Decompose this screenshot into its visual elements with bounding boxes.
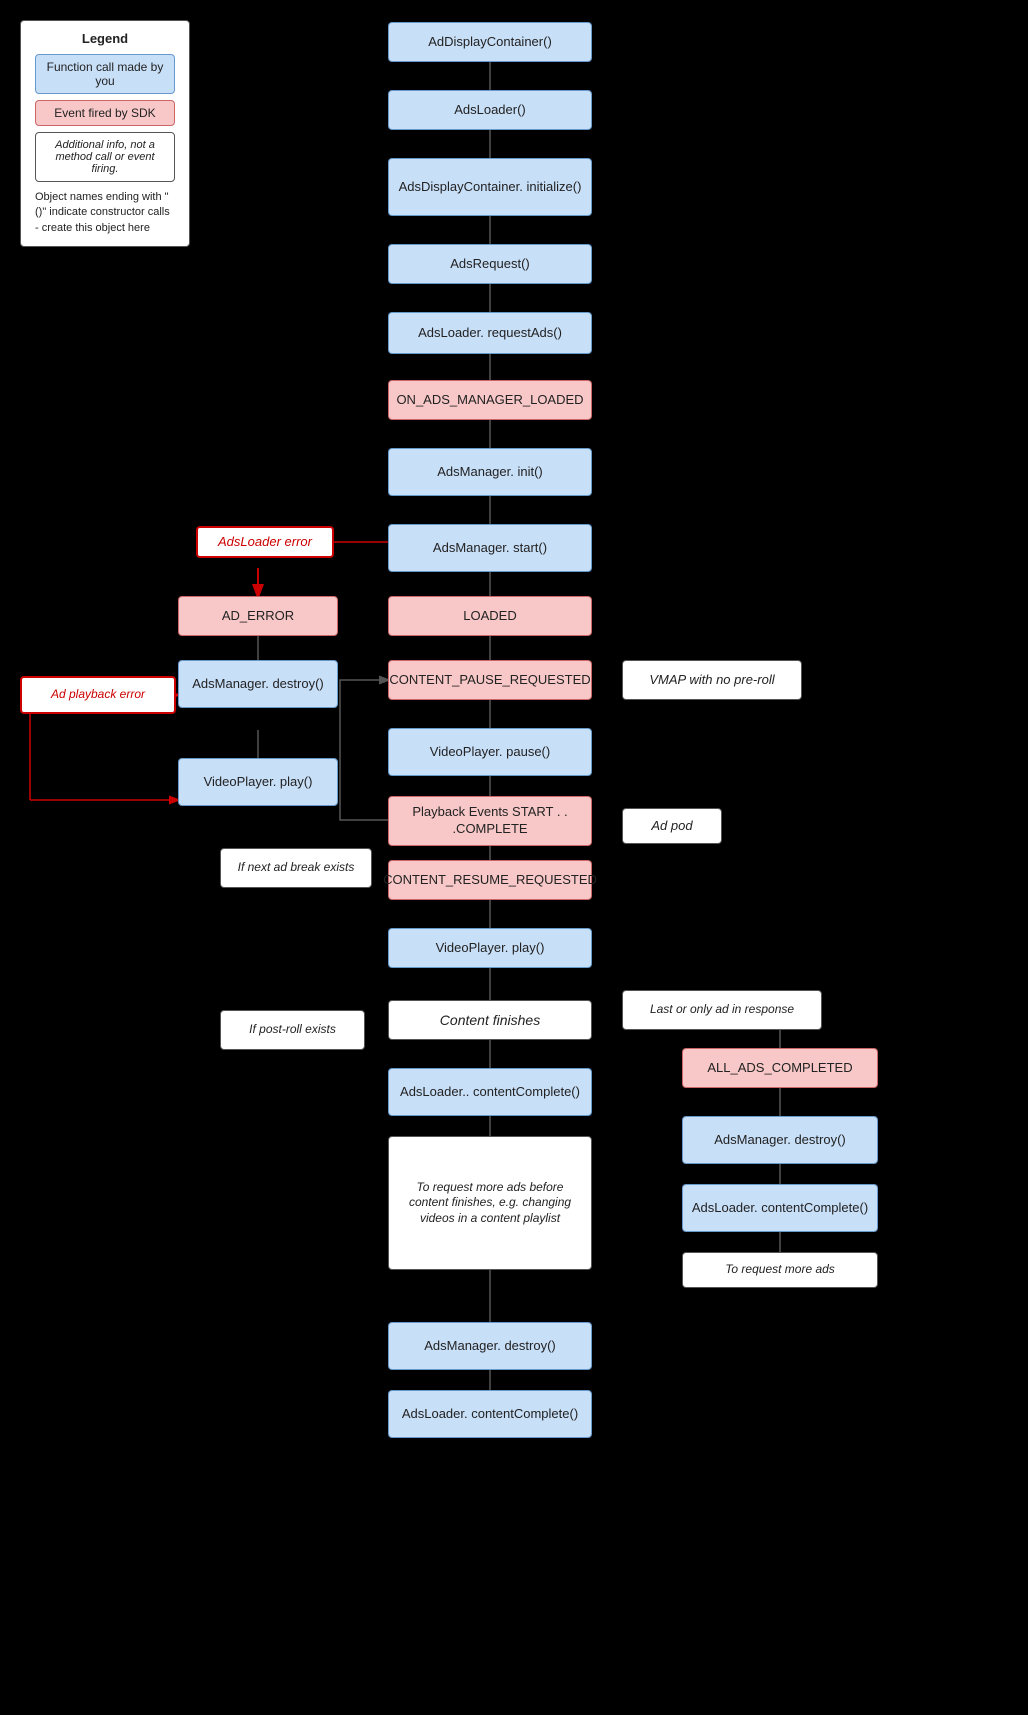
node-contentResumeRequested: CONTENT_RESUME_REQUESTED xyxy=(388,860,592,900)
node-videoPlayerPause: VideoPlayer. pause() xyxy=(388,728,592,776)
node-adDisplayContainer: AdDisplayContainer() xyxy=(388,22,592,62)
node-adsLoaderContentComplete1: AdsLoader.. contentComplete() xyxy=(388,1068,592,1116)
legend-additional-info: Additional info, not a method call or ev… xyxy=(35,132,175,182)
node-playbackEvents: Playback Events START . . .COMPLETE xyxy=(388,796,592,846)
node-ifNextAdBreak: If next ad break exists xyxy=(220,848,372,888)
node-adsManagerInit: AdsManager. init() xyxy=(388,448,592,496)
node-adsLoaderError: AdsLoader error xyxy=(196,526,334,558)
node-adsManagerStart: AdsManager. start() xyxy=(388,524,592,572)
node-adsLoaderRequestAds: AdsLoader. requestAds() xyxy=(388,312,592,354)
node-adsRequest: AdsRequest() xyxy=(388,244,592,284)
legend-title: Legend xyxy=(35,31,175,46)
diagram-container: Legend Function call made by you Event f… xyxy=(0,0,1028,1715)
node-adsManagerDestroy3: AdsManager. destroy() xyxy=(388,1322,592,1370)
node-adError: AD_ERROR xyxy=(178,596,338,636)
node-allAdsCompleted: ALL_ADS_COMPLETED xyxy=(682,1048,878,1088)
node-toRequestMoreAds: To request more ads xyxy=(682,1252,878,1288)
node-adsLoader: AdsLoader() xyxy=(388,90,592,130)
node-loaded: LOADED xyxy=(388,596,592,636)
node-adPlaybackError: Ad playback error xyxy=(20,676,176,714)
node-vmapNoPre: VMAP with no pre-roll xyxy=(622,660,802,700)
node-ifPostRoll: If post-roll exists xyxy=(220,1010,365,1050)
node-lastOrOnly: Last or only ad in response xyxy=(622,990,822,1030)
node-adsDisplayContainerInit: AdsDisplayContainer. initialize() xyxy=(388,158,592,216)
node-adsLoaderContentComplete3: AdsLoader. contentComplete() xyxy=(388,1390,592,1438)
node-toRequestMoreAdsNote: To request more ads before content finis… xyxy=(388,1136,592,1270)
legend-note: Object names ending with "()" indicate c… xyxy=(35,190,175,236)
node-contentFinishes: Content finishes xyxy=(388,1000,592,1040)
legend-box: Legend Function call made by you Event f… xyxy=(20,20,190,247)
node-videoPlayerPlay1: VideoPlayer. play() xyxy=(178,758,338,806)
node-adsManagerDestroy1: AdsManager. destroy() xyxy=(178,660,338,708)
node-onAdsManagerLoaded: ON_ADS_MANAGER_LOADED xyxy=(388,380,592,420)
node-adsManagerDestroy2: AdsManager. destroy() xyxy=(682,1116,878,1164)
node-adPod: Ad pod xyxy=(622,808,722,844)
node-videoPlayerPlay2: VideoPlayer. play() xyxy=(388,928,592,968)
legend-function-call: Function call made by you xyxy=(35,54,175,94)
legend-event-fired: Event fired by SDK xyxy=(35,100,175,126)
node-contentPauseRequested: CONTENT_PAUSE_REQUESTED xyxy=(388,660,592,700)
node-adsLoaderContentComplete2: AdsLoader. contentComplete() xyxy=(682,1184,878,1232)
